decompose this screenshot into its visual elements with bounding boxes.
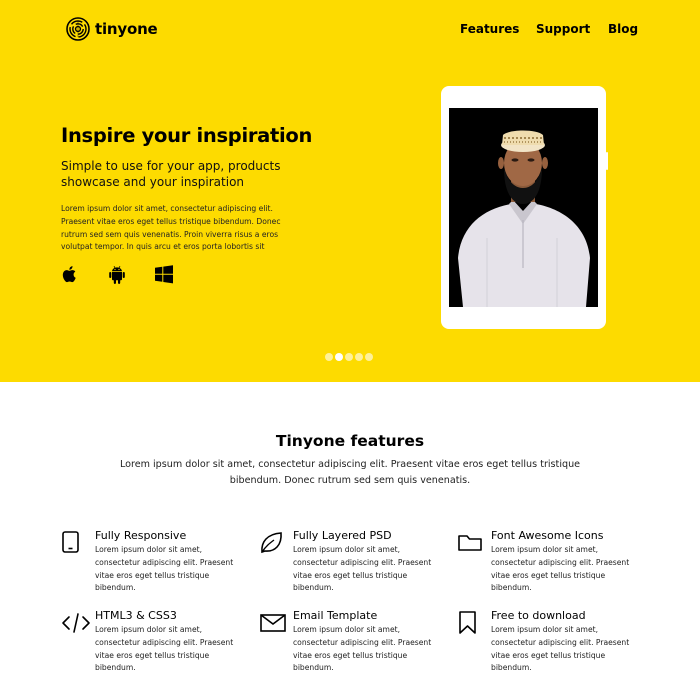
feature-title: Fully Layered PSD: [293, 529, 392, 542]
feature-desc: Lorem ipsum dolor sit amet, consectetur …: [95, 625, 234, 673]
hero-subtitle: Simple to use for your app, products sho…: [61, 159, 281, 189]
bookmark-icon: [459, 611, 476, 634]
envelope-icon: [260, 614, 286, 632]
feature-title: Fully Responsive: [95, 529, 187, 542]
hero-section: tinyone Features Support Blog Inspire yo…: [0, 0, 700, 382]
feature-desc: Lorem ipsum dolor sit amet, consectetur …: [491, 545, 630, 593]
feature-desc: Lorem ipsum dolor sit amet, consectetur …: [95, 545, 234, 593]
tablet-mockup: [441, 86, 608, 329]
main-nav: Features Support Blog: [0, 22, 700, 38]
slider-dot[interactable]: [325, 353, 333, 361]
feature-title: Font Awesome Icons: [491, 529, 604, 542]
tablet-side-button: [606, 152, 608, 170]
features-intro: Lorem ipsum dolor sit amet, consectetur …: [119, 459, 581, 486]
windows-icon[interactable]: [154, 264, 174, 284]
apple-icon[interactable]: [60, 264, 80, 284]
folder-icon: [458, 535, 482, 551]
feature-title: Free to download: [491, 609, 586, 622]
slider-dot-active[interactable]: [335, 353, 343, 361]
nav-item-features[interactable]: Features: [460, 22, 519, 36]
hero-body: Lorem ipsum dolor sit amet, consectetur …: [61, 204, 281, 252]
feature-title: HTML3 & CSS3: [95, 609, 177, 622]
person-photo: [449, 108, 598, 307]
nav-item-blog[interactable]: Blog: [608, 22, 638, 36]
slider-dot[interactable]: [345, 353, 353, 361]
hero-title: Inspire your inspiration: [61, 124, 313, 147]
platform-links: [60, 264, 201, 284]
feature-title: Email Template: [293, 609, 378, 622]
feature-desc: Lorem ipsum dolor sit amet, consectetur …: [293, 625, 432, 673]
feature-desc: Lorem ipsum dolor sit amet, consectetur …: [491, 625, 630, 673]
slider-dots: [325, 353, 375, 361]
android-icon[interactable]: [107, 264, 127, 284]
slider-dot[interactable]: [365, 353, 373, 361]
features-title: Tinyone features: [275, 432, 425, 450]
nav-item-support[interactable]: Support: [536, 22, 590, 36]
leaf-icon: [261, 532, 282, 554]
tablet-screen: [449, 108, 598, 307]
code-icon: [62, 613, 90, 633]
feature-desc: Lorem ipsum dolor sit amet, consectetur …: [293, 545, 432, 593]
slider-dot[interactable]: [355, 353, 363, 361]
tablet-icon: [62, 531, 79, 553]
